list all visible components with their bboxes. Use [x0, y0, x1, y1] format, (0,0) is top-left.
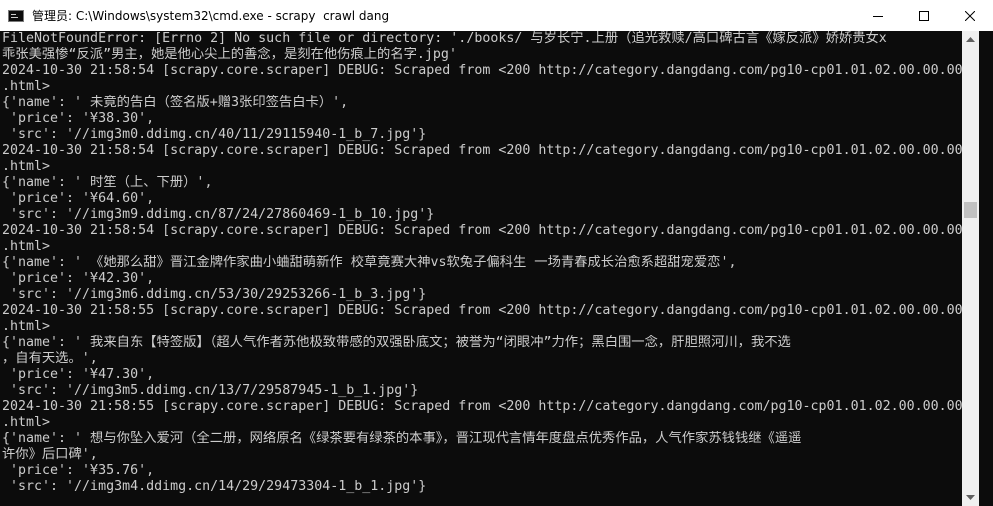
scroll-up-arrow-icon	[966, 37, 975, 42]
console-line: FileNotFoundError: [Errno 2] No such fil…	[2, 31, 887, 46]
console-line: .html>	[2, 79, 51, 94]
scroll-up-button[interactable]	[962, 31, 979, 48]
console-line: 2024-10-30 21:58:54 [scrapy.core.scraper…	[2, 143, 962, 158]
minimize-button[interactable]	[855, 0, 901, 31]
console-line: {'name': ' 《她那么甜》晋江金牌作家曲小蛐甜萌新作 校草竟赛大神vs软…	[2, 255, 737, 270]
close-icon	[965, 10, 975, 21]
vertical-scrollbar[interactable]	[962, 31, 979, 506]
console-line: 'src': '//img3m5.ddimg.cn/13/7/29587945-…	[2, 383, 419, 398]
console-line: .html>	[2, 239, 51, 254]
console-line: 'price': '¥47.30',	[2, 367, 155, 382]
console-line: {'name': ' 时笙（上、下册）',	[2, 175, 213, 190]
console-line: {'name': ' 未竟的告白（签名版+赠3张印签告白卡）',	[2, 95, 349, 110]
console-line: .html>	[2, 319, 51, 334]
console-line: 2024-10-30 21:58:55 [scrapy.core.scraper…	[2, 303, 962, 318]
console-line: 'price': '¥42.30',	[2, 271, 155, 286]
window-title: 管理员: C:\Windows\system32\cmd.exe - scrap…	[32, 9, 390, 23]
console-line: ，自有天选。',	[2, 351, 98, 366]
cmd-icon[interactable]	[8, 9, 24, 22]
maximize-icon	[919, 10, 929, 21]
console-output[interactable]: FileNotFoundError: [Errno 2] No such fil…	[0, 31, 962, 506]
scroll-down-arrow-icon	[966, 495, 975, 500]
scroll-thumb[interactable]	[964, 202, 977, 218]
minimize-icon	[873, 15, 883, 17]
console-line: {'name': ' 我来自东【特签版】（超人气作者苏他极致带感的双强卧底文；被…	[2, 335, 791, 350]
console-line: 'src': '//img3m6.ddimg.cn/53/30/29253266…	[2, 287, 427, 302]
title-bar[interactable]: 管理员: C:\Windows\system32\cmd.exe - scrap…	[0, 0, 993, 31]
console-line: 'src': '//img3m0.ddimg.cn/40/11/29115940…	[2, 127, 427, 142]
console-line: 2024-10-30 21:58:54 [scrapy.core.scraper…	[2, 63, 962, 78]
console-line: 'src': '//img3m9.ddimg.cn/87/24/27860469…	[2, 207, 435, 222]
console-line: 乖张美强惨“反派”男主，她是他心尖上的善念，是刻在他伤痕上的名字.jpg'	[2, 47, 457, 62]
scroll-down-button[interactable]	[962, 489, 979, 506]
console-line: 许你》后口碑',	[2, 447, 98, 462]
cmd-window: 管理员: C:\Windows\system32\cmd.exe - scrap…	[0, 0, 993, 506]
maximize-button[interactable]	[901, 0, 947, 31]
console-line: 2024-10-30 21:58:54 [scrapy.core.scraper…	[2, 223, 962, 238]
console-line: 2024-10-30 21:58:55 [scrapy.core.scraper…	[2, 399, 962, 414]
console-line: 'price': '¥35.76',	[2, 463, 155, 478]
console-line: .html>	[2, 159, 51, 174]
console-line: 'src': '//img3m4.ddimg.cn/14/29/29473304…	[2, 479, 427, 494]
close-button[interactable]	[947, 0, 993, 31]
console-line: 'price': '¥38.30',	[2, 111, 155, 126]
window-border	[979, 31, 993, 506]
console-line: .html>	[2, 415, 51, 430]
console-line: 'price': '¥64.60',	[2, 191, 155, 206]
console-line: {'name': ' 想与你坠入爱河（全二册，网络原名《绿茶要有绿茶的本事》，晋…	[2, 431, 802, 446]
